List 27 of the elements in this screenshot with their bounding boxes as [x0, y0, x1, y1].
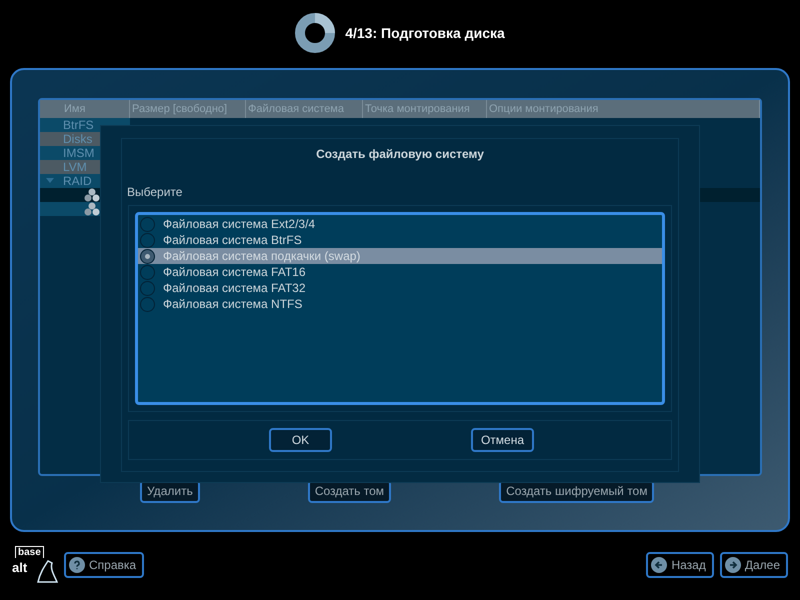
- arrow-right-icon: [724, 557, 741, 573]
- radio-button[interactable]: [140, 248, 155, 264]
- back-button[interactable]: Назад: [646, 552, 714, 578]
- arrow-left-icon: [651, 557, 668, 573]
- logo-text: base: [15, 546, 44, 558]
- radio-button[interactable]: [140, 216, 155, 232]
- filesystem-option[interactable]: Файловая система NTFS: [138, 296, 662, 312]
- next-button[interactable]: Далее: [720, 552, 788, 578]
- prompt-label: Выберите: [127, 184, 182, 201]
- help-button[interactable]: Справка: [64, 552, 144, 578]
- logo-text: alt: [12, 561, 28, 575]
- dialog-button[interactable]: OK: [269, 428, 332, 452]
- help-icon: [69, 557, 85, 573]
- expanded-arrow-icon[interactable]: [46, 178, 54, 184]
- cubes-icon: [84, 188, 100, 202]
- dialog-title: Создать файловую систему: [316, 146, 484, 163]
- seal-icon: [36, 558, 58, 584]
- cubes-icon: [84, 202, 100, 216]
- dialog-button[interactable]: Отмена: [471, 428, 534, 452]
- filesystem-option[interactable]: Файловая система Ext2/3/4: [138, 216, 662, 232]
- radio-button[interactable]: [140, 296, 155, 312]
- radio-button[interactable]: [140, 280, 155, 296]
- filesystem-option[interactable]: Файловая система FAT32: [138, 280, 662, 296]
- radio-button[interactable]: [140, 264, 155, 280]
- step-title: 4/13: Подготовка диска: [345, 24, 505, 43]
- filesystem-option[interactable]: Файловая система FAT16: [138, 264, 662, 280]
- ring-logo-icon: [295, 13, 336, 53]
